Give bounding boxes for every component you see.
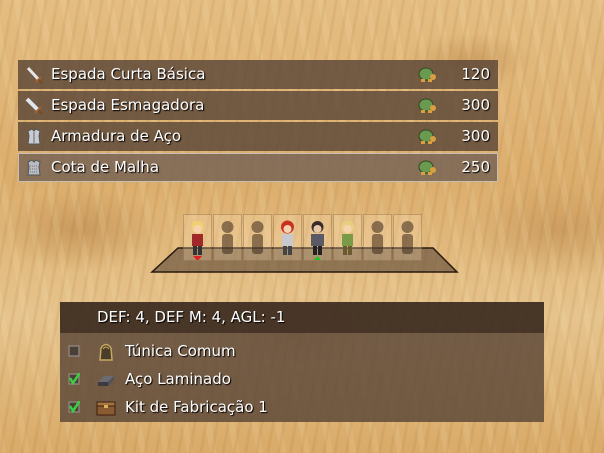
shop-item-row[interactable]: Espada Curta Básica 120 [18, 60, 498, 89]
requirement-row: Túnica Comum [60, 337, 544, 365]
turtle-coin-icon [418, 98, 436, 113]
broad-sword-icon [25, 97, 43, 115]
steel-ingot-icon [98, 376, 114, 386]
item-price: 250 [461, 158, 490, 176]
selection-marker-down [193, 256, 202, 261]
checkbox-checked-icon [68, 401, 80, 413]
party-slot-3[interactable] [243, 214, 272, 261]
checkbox-unchecked-icon [68, 345, 80, 357]
steel-armor-icon [27, 128, 41, 145]
party-slot-7[interactable] [363, 214, 392, 261]
turtle-coin-icon [418, 67, 436, 82]
item-name: Armadura de Aço [51, 127, 182, 145]
red-hair-hero-sprite [281, 220, 294, 255]
party-slot-4[interactable] [273, 214, 302, 261]
checkbox-checked-icon [68, 373, 80, 385]
turtle-coin-icon [418, 160, 436, 175]
item-price: 300 [461, 96, 490, 114]
shop-item-row-selected[interactable]: Cota de Malha 250 [18, 153, 498, 182]
shop-item-row[interactable]: Armadura de Aço 300 [18, 122, 498, 151]
selection-marker-up [313, 256, 322, 261]
stats-line: DEF: 4, DEF M: 4, AGL: -1 [60, 302, 544, 333]
item-name: Cota de Malha [51, 158, 160, 176]
requirement-label: Túnica Comum [125, 342, 236, 360]
green-elf-sprite [341, 220, 354, 255]
silhouette-icon [221, 221, 234, 254]
crafting-kit-icon [96, 401, 116, 416]
blonde-hero-sprite [191, 221, 204, 261]
party-slot-1[interactable] [183, 214, 212, 261]
tunic-icon [99, 343, 113, 361]
party-slot-6[interactable] [333, 214, 362, 261]
party-slot-2[interactable] [213, 214, 242, 261]
silhouette-icon [371, 221, 384, 254]
item-name: Espada Esmagadora [51, 96, 205, 114]
item-name: Espada Curta Básica [51, 65, 206, 83]
item-price: 300 [461, 127, 490, 145]
short-sword-icon [26, 66, 43, 84]
item-price: 120 [461, 65, 490, 83]
silhouette-icon [251, 221, 264, 254]
silhouette-icon [401, 221, 414, 254]
requirement-label: Kit de Fabricação 1 [125, 398, 268, 416]
requirement-label: Aço Laminado [125, 370, 231, 388]
requirement-row: Kit de Fabricação 1 [60, 393, 544, 421]
party-selector [150, 214, 460, 274]
party-slot-5[interactable] [303, 214, 332, 261]
shop-item-row[interactable]: Espada Esmagadora 300 [18, 91, 498, 120]
item-detail-panel: DEF: 4, DEF M: 4, AGL: -1 Túnica Comum A… [60, 302, 544, 422]
requirement-row: Aço Laminado [60, 365, 544, 393]
shop-item-list: Espada Curta Básica 120 Espada Esmagador… [18, 60, 498, 184]
dark-knight-sprite [311, 221, 324, 261]
turtle-coin-icon [418, 129, 436, 144]
party-slot-8[interactable] [393, 214, 422, 261]
chainmail-icon [27, 159, 41, 176]
